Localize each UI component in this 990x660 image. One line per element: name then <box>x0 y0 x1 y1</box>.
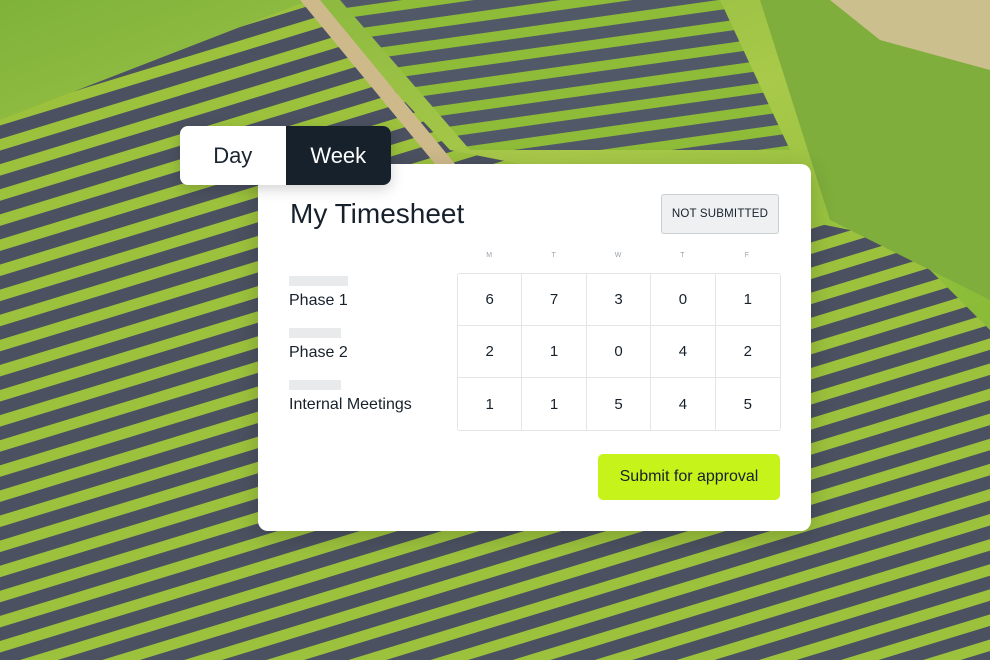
hours-cell[interactable]: 7 <box>522 274 587 326</box>
status-badge: NOT SUBMITTED <box>661 194 779 234</box>
hours-cell[interactable]: 6 <box>458 274 523 326</box>
timesheet-title: My Timesheet <box>290 198 465 229</box>
hours-cell[interactable]: 3 <box>586 274 652 326</box>
hours-cell[interactable]: 5 <box>716 378 780 430</box>
placeholder-bar <box>289 328 341 338</box>
day-header-wed: W <box>614 252 622 259</box>
hours-cell[interactable]: 5 <box>587 378 652 430</box>
view-toggle: Day Week <box>180 126 391 185</box>
row-label-text: Phase 1 <box>289 292 348 309</box>
hours-cell[interactable]: 1 <box>522 378 587 430</box>
hours-cell[interactable]: 1 <box>458 378 523 430</box>
day-header-thu: T <box>680 252 685 259</box>
hours-cell[interactable]: 4 <box>651 378 716 430</box>
row-label-text: Phase 2 <box>289 344 348 361</box>
hours-cell[interactable]: 2 <box>715 326 780 378</box>
timesheet-card: My Timesheet NOT SUBMITTED M T W T F Pha… <box>258 164 811 531</box>
day-view-option[interactable]: Day <box>180 126 286 185</box>
submit-for-approval-button[interactable]: Submit for approval <box>598 454 780 500</box>
row-label-text: Internal Meetings <box>289 396 412 413</box>
week-view-option[interactable]: Week <box>285 126 391 185</box>
hours-cell[interactable]: 1 <box>522 326 587 378</box>
day-headers: M T W T F <box>457 252 779 266</box>
day-header-mon: M <box>486 252 493 259</box>
hours-cell[interactable]: 2 <box>458 326 523 378</box>
hours-cell[interactable]: 1 <box>715 274 780 326</box>
placeholder-bar <box>289 276 348 286</box>
hours-cell[interactable]: 0 <box>651 274 716 326</box>
placeholder-bar <box>289 380 341 390</box>
day-header-tue: T <box>551 252 556 259</box>
hours-cell[interactable]: 0 <box>586 326 652 378</box>
day-header-fri: F <box>744 252 749 259</box>
hours-cell[interactable]: 4 <box>651 326 716 378</box>
hours-grid: 6 7 3 0 1 2 1 0 4 2 1 1 5 4 5 <box>457 273 781 431</box>
